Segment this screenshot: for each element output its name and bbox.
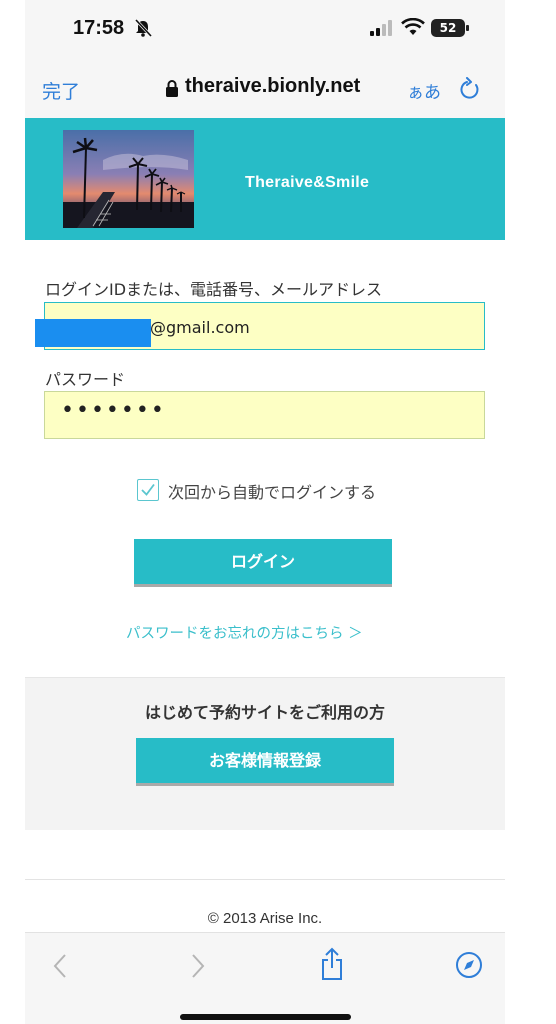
brand-name: Theraive&Smile — [245, 174, 370, 191]
register-button[interactable]: お客様情報登録 — [136, 738, 394, 786]
password-input[interactable]: ••••••• — [44, 391, 485, 439]
home-indicator — [180, 1014, 351, 1020]
login-id-value: @gmail.com — [150, 318, 250, 337]
browser-address-bar: 完了 theraive.bionly.net ぁあ — [25, 60, 505, 118]
phone-screen: 17:58 52 完了 theraive.bionly.net ぁあ Thera… — [25, 0, 505, 1024]
browser-toolbar — [25, 932, 505, 1024]
silent-bell-icon — [134, 18, 153, 38]
sunset-palm-photo — [63, 130, 194, 228]
cellular-signal-icon — [370, 20, 392, 36]
redaction-block — [35, 319, 151, 347]
footer-divider — [25, 879, 505, 880]
password-label: パスワード — [45, 370, 126, 389]
remember-label: 次回から自動でログインする — [168, 483, 377, 502]
status-time: 17:58 — [73, 17, 125, 39]
back-icon[interactable] — [52, 953, 68, 979]
done-button[interactable]: 完了 — [42, 77, 80, 104]
new-user-title: はじめて予約サイトをご利用の方 — [144, 703, 385, 722]
lock-icon — [166, 80, 178, 97]
battery-icon: 52 — [431, 19, 469, 37]
forgot-password-link[interactable]: パスワードをお忘れの方はこちら ＞ — [126, 622, 363, 643]
login-id-label: ログインIDまたは、電話番号、メールアドレス — [45, 280, 383, 299]
copyright-text: © 2013 Arise Inc. — [207, 910, 323, 927]
reload-icon[interactable] — [459, 77, 481, 101]
text-size-button[interactable]: ぁあ — [407, 78, 441, 103]
compass-icon[interactable] — [455, 951, 483, 979]
new-user-section: はじめて予約サイトをご利用の方 お客様情報登録 — [25, 677, 505, 830]
share-icon[interactable] — [320, 947, 344, 981]
password-value: ••••••• — [61, 398, 166, 423]
remember-checkbox[interactable] — [137, 479, 159, 501]
site-header: Theraive&Smile — [25, 118, 505, 240]
forward-icon[interactable] — [190, 953, 206, 979]
status-bar: 17:58 52 — [25, 0, 505, 60]
wifi-icon — [401, 18, 425, 35]
login-button[interactable]: ログイン — [134, 539, 392, 587]
url-text[interactable]: theraive.bionly.net — [185, 75, 360, 98]
checkmark-icon — [141, 483, 155, 496]
